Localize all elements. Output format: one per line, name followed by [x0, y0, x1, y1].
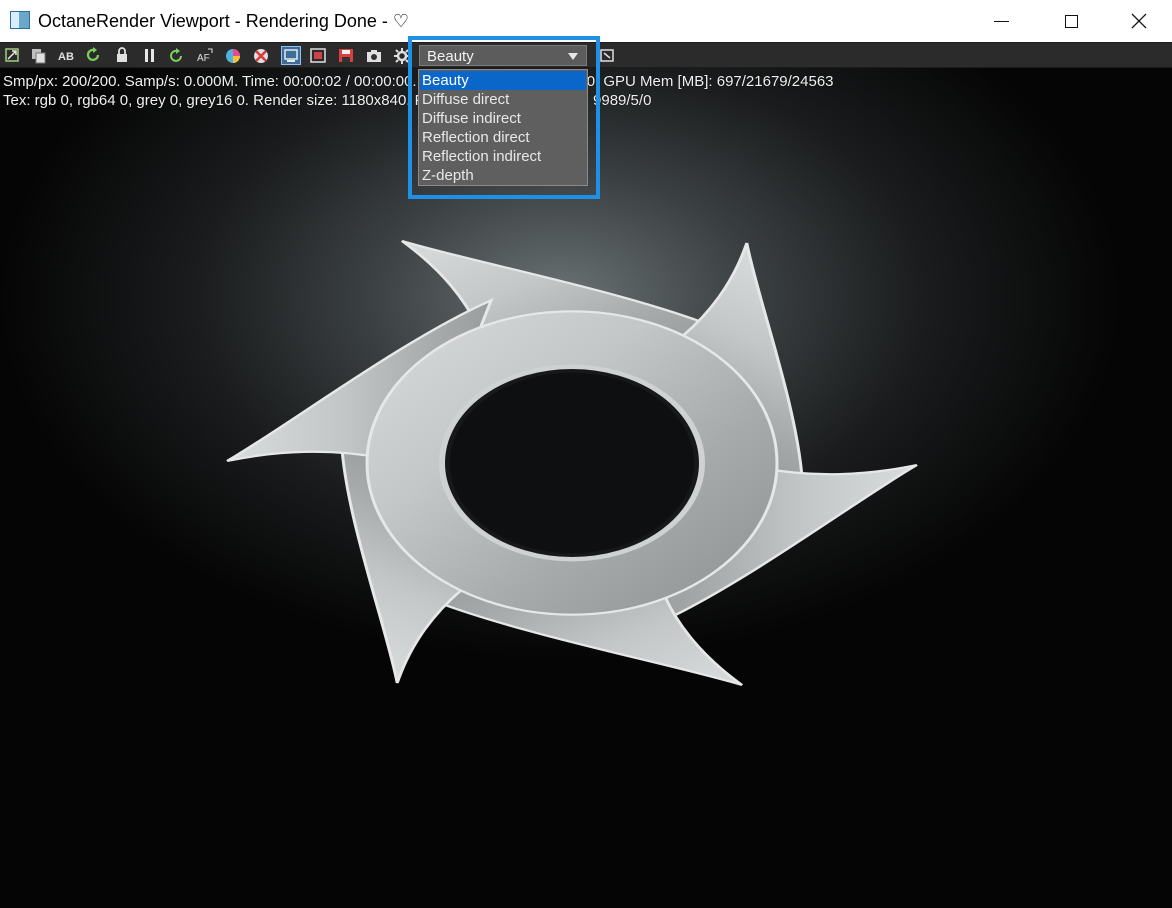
octane-logo-render	[226, 239, 918, 687]
title-bar: OctaneRender Viewport - Rendering Done -…	[0, 0, 1172, 42]
window-title: OctaneRender Viewport - Rendering Done -…	[38, 11, 409, 31]
fit-view-icon[interactable]	[598, 47, 616, 64]
region-render-icon[interactable]	[281, 46, 301, 65]
maximize-button[interactable]	[1036, 0, 1106, 42]
ab-compare-icon[interactable]: AB	[57, 47, 75, 64]
save-icon[interactable]	[337, 47, 355, 64]
ab-compare-label: AB	[58, 51, 74, 63]
pass-option-diffuse-indirect[interactable]: Diffuse indirect	[420, 109, 586, 128]
pass-option-diffuse-direct[interactable]: Diffuse direct	[420, 90, 586, 109]
render-viewport[interactable]: Smp/px: 200/200. Samp/s: 0.000M. Time: 0…	[0, 68, 1172, 908]
render-pass-select[interactable]: Beauty	[419, 45, 587, 66]
minimize-button[interactable]	[966, 0, 1036, 42]
camera-icon[interactable]	[365, 47, 383, 64]
render-pass-dropdown: Beauty Diffuse direct Diffuse indirect R…	[418, 69, 588, 186]
minimize-icon	[993, 20, 1009, 22]
app-icon	[10, 11, 30, 29]
pass-option-reflection-direct[interactable]: Reflection direct	[420, 128, 586, 147]
restart-icon[interactable]	[85, 47, 103, 64]
pass-option-beauty[interactable]: Beauty	[420, 71, 586, 90]
close-button[interactable]	[1106, 0, 1172, 42]
maximize-icon	[1064, 14, 1078, 28]
color-picker-icon[interactable]	[224, 47, 242, 64]
clay-mode-icon[interactable]	[252, 47, 270, 64]
pass-option-reflection-indirect[interactable]: Reflection indirect	[420, 147, 586, 166]
af-label: AF	[197, 53, 210, 64]
copy-icon[interactable]	[30, 47, 48, 64]
lock-icon[interactable]	[113, 47, 131, 64]
pass-option-z-depth[interactable]: Z-depth	[420, 166, 586, 185]
recenter-icon[interactable]	[4, 47, 22, 64]
settings-icon[interactable]	[393, 47, 411, 64]
chevron-down-icon[interactable]	[568, 53, 578, 60]
close-icon	[1131, 13, 1147, 29]
af-icon[interactable]: AF	[196, 47, 214, 64]
film-region-icon[interactable]	[309, 47, 327, 64]
render-pass-selected: Beauty	[427, 48, 474, 65]
pause-icon[interactable]	[141, 47, 159, 64]
reset-icon[interactable]	[168, 47, 186, 64]
